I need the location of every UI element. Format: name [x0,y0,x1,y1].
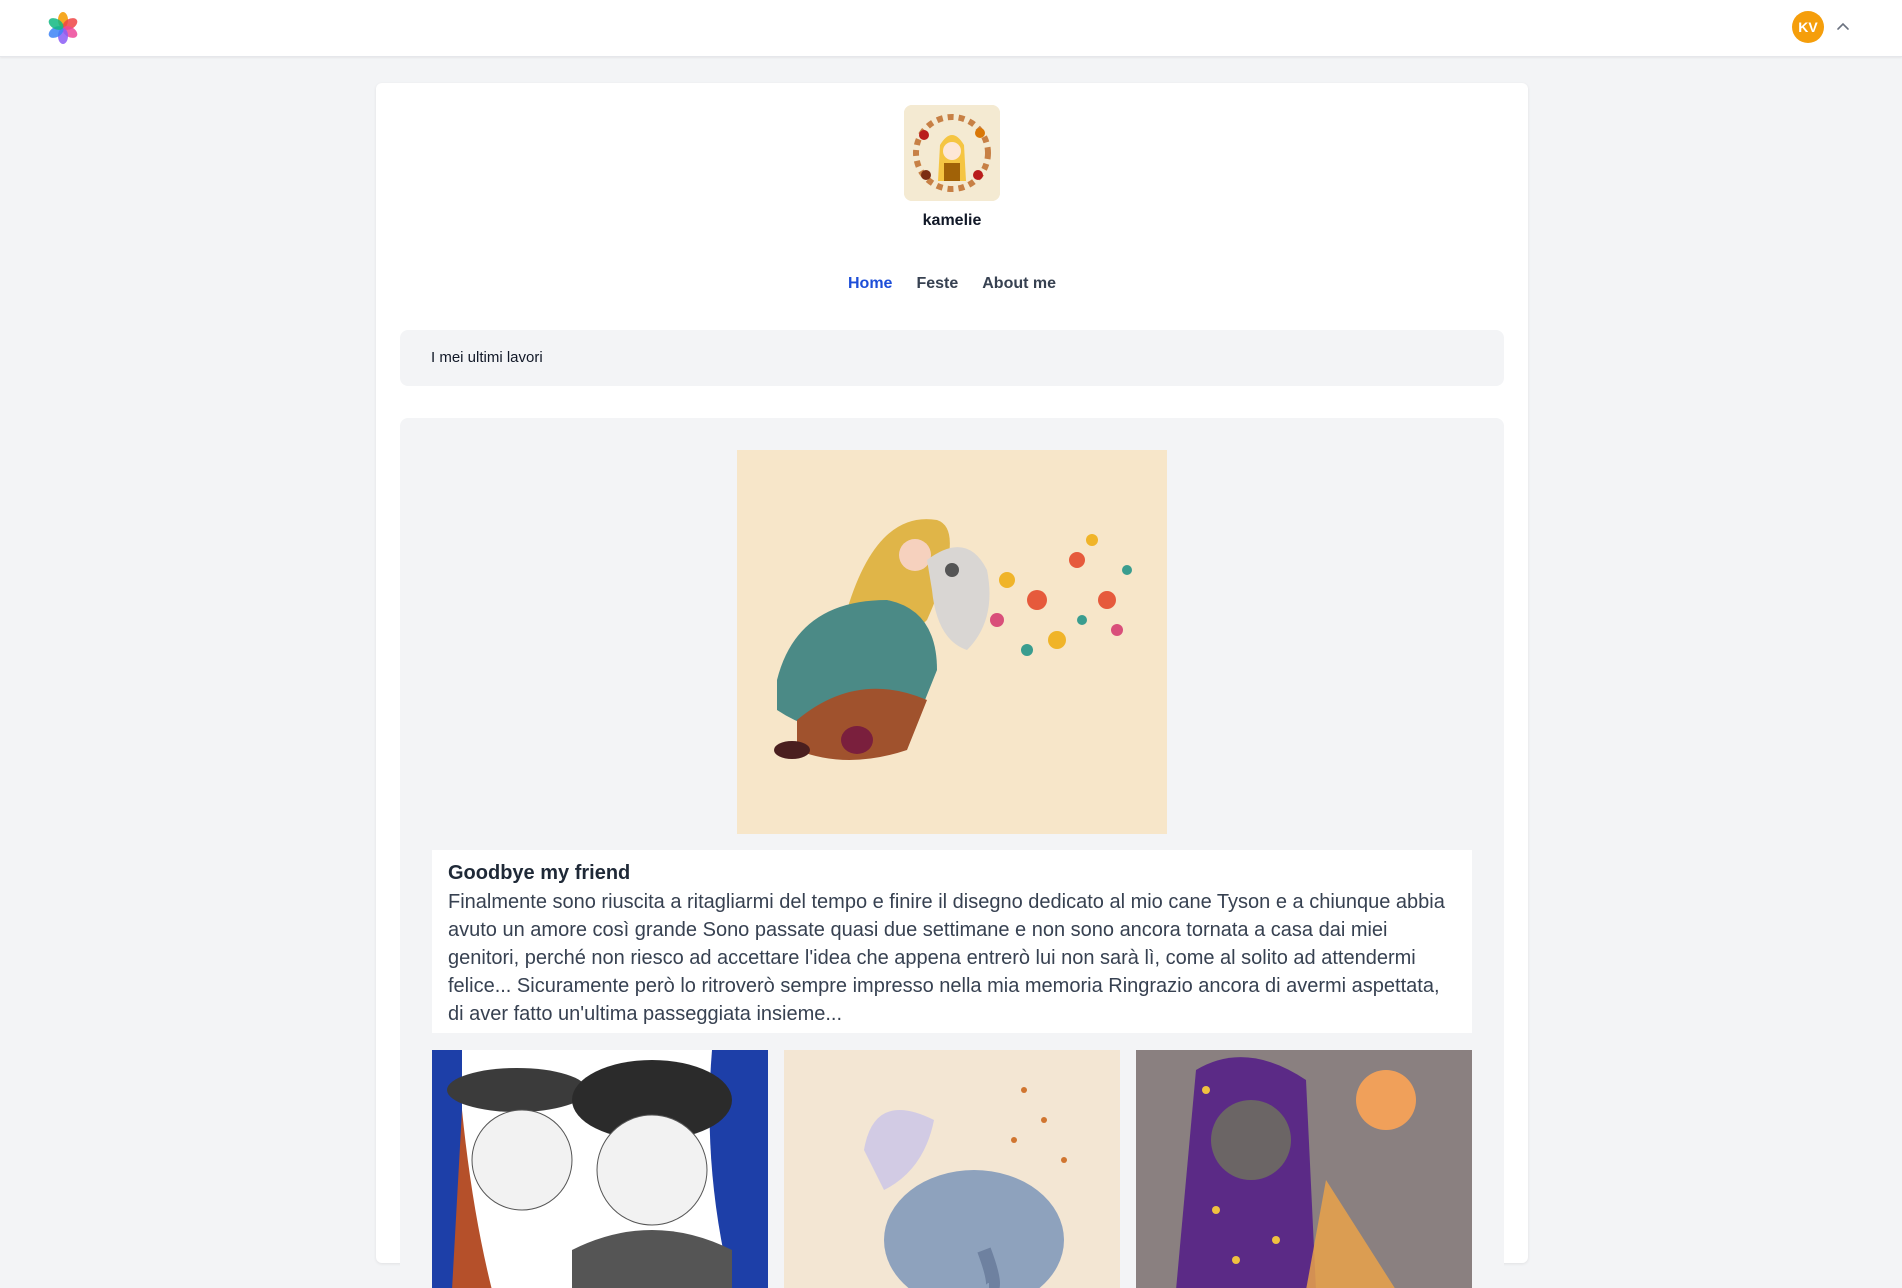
chevron-up-icon[interactable] [1834,18,1852,36]
nav-feste[interactable]: Feste [916,275,958,293]
post-title[interactable]: Goodbye my friend [448,862,630,885]
posts-feed: Goodbye my friend Finalmente sono riusci… [400,418,1504,1288]
top-bar: KV [0,0,1902,57]
section-header: I mei ultimi lavori [400,330,1504,386]
post-excerpt: Finalmente sono riuscita a ritagliarmi d… [448,891,1445,1025]
user-menu[interactable]: KV [1792,11,1852,43]
profile-illustration [904,105,1000,201]
thumbnail-illustration-elephant [784,1050,1120,1288]
post-thumbnail[interactable] [432,1050,768,1288]
nav-about-me[interactable]: About me [982,275,1056,293]
profile-picture[interactable] [904,105,1000,201]
thumbnail-illustration-cat [1136,1050,1472,1288]
avatar[interactable]: KV [1792,11,1824,43]
featured-post[interactable]: Goodbye my friend Finalmente sono riusci… [432,850,1472,1033]
section-title: I mei ultimi lavori [431,349,543,366]
profile-card: kamelie Home Feste About me I mei ultimi… [376,83,1528,1288]
profile-username: kamelie [922,212,982,229]
post-thumbnail[interactable] [1136,1050,1472,1288]
featured-post-image[interactable] [737,450,1167,834]
pinwheel-logo-icon[interactable] [47,12,79,44]
profile-nav: Home Feste About me [376,275,1528,293]
featured-illustration [737,450,1167,834]
nav-home[interactable]: Home [848,275,892,293]
post-thumbnail[interactable] [784,1050,1120,1288]
thumbnail-illustration-couple [432,1050,768,1288]
